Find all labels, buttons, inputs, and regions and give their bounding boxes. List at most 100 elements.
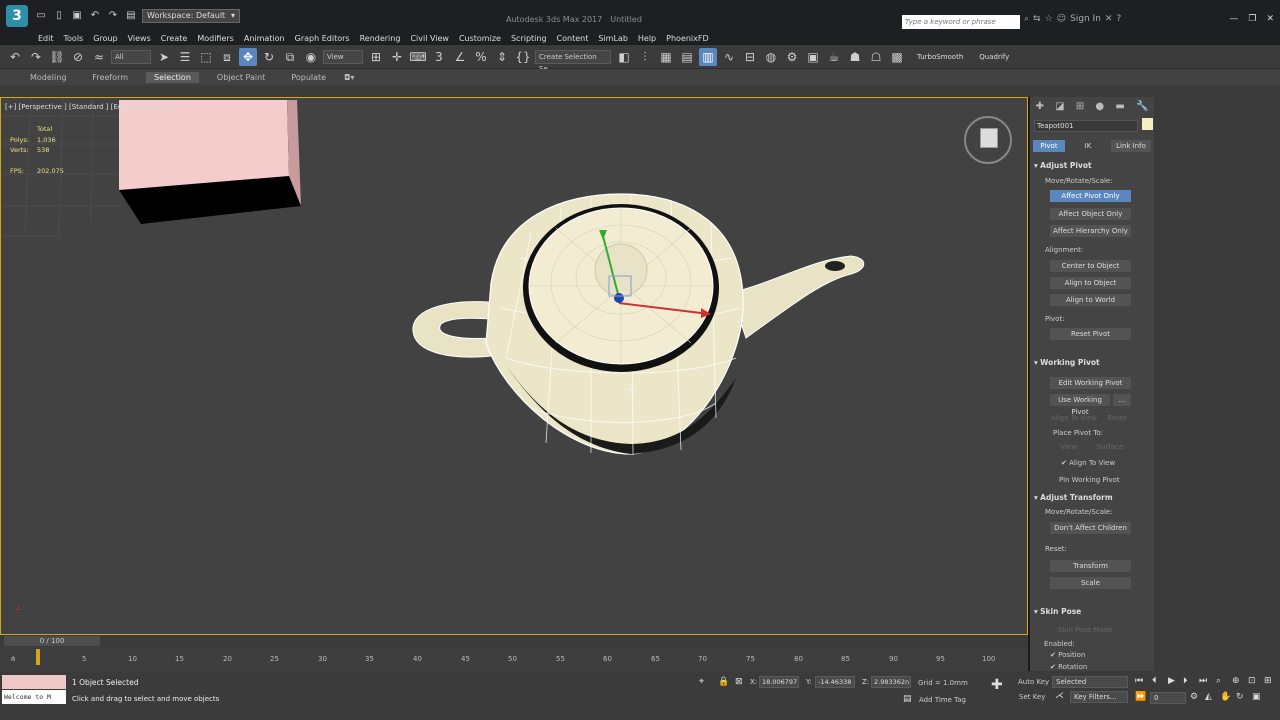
maxscript-listener[interactable]: Welcome to M [2, 675, 66, 705]
key-mode-toggle-icon[interactable]: ⏩ [1135, 692, 1146, 702]
menu-simlab[interactable]: SimLab [596, 34, 636, 43]
menu-help[interactable]: Help [636, 34, 664, 43]
key-mode-icon[interactable]: ⋌ [1055, 691, 1064, 701]
close-icon[interactable]: ✕ [1266, 14, 1274, 24]
object-name-field[interactable]: Teapot001 [1034, 120, 1138, 132]
center-to-object-button[interactable]: Center to Object [1050, 260, 1131, 272]
next-frame-icon[interactable]: ⏵ [1183, 676, 1188, 686]
motion-tab-icon[interactable]: ● [1095, 101, 1104, 112]
render-iterative-icon[interactable]: ☖ [867, 48, 885, 66]
tab-populate[interactable]: Populate [283, 72, 334, 83]
lock-selection-icon[interactable]: 🔒 [718, 677, 729, 687]
ik-button[interactable]: IK [1068, 140, 1108, 152]
utilities-tab-icon[interactable]: 🔧 [1136, 101, 1148, 112]
bind-space-warp-icon[interactable]: ≈ [90, 48, 108, 66]
key-filters-button[interactable]: Key Filters... [1070, 691, 1128, 703]
affect-pivot-only-button[interactable]: Affect Pivot Only [1050, 190, 1131, 202]
auto-key-button[interactable]: Auto Key [1018, 678, 1049, 686]
redo-icon[interactable]: ↷ [106, 9, 120, 23]
time-slider[interactable]: 0 / 100 [0, 635, 1028, 647]
save-icon[interactable]: ▣ [70, 9, 84, 23]
maxscript-output[interactable]: Welcome to M [2, 690, 66, 704]
time-config-icon[interactable]: ⚙ [1190, 692, 1198, 702]
go-to-start-icon[interactable]: ⏮ [1135, 676, 1143, 686]
app-logo[interactable]: 3 [6, 5, 28, 27]
tab-object-paint[interactable]: Object Paint [209, 72, 273, 83]
link-icon[interactable]: ⛓ [48, 48, 66, 66]
pan-icon[interactable]: ✋ [1220, 692, 1231, 702]
track-bar[interactable]: ⋔ 5 10 15 20 25 30 35 40 45 50 55 60 65 … [0, 647, 1028, 671]
spinner-snap-icon[interactable]: ⇕ [493, 48, 511, 66]
placement-icon[interactable]: ◉ [302, 48, 320, 66]
maximize-viewport-icon[interactable]: ▣ [1252, 692, 1261, 702]
open-file-icon[interactable]: ▯ [52, 9, 66, 23]
orbit-icon[interactable]: ↻ [1236, 692, 1244, 702]
undo-icon[interactable]: ↶ [88, 9, 102, 23]
menu-civil-view[interactable]: Civil View [408, 34, 457, 43]
select-by-name-icon[interactable]: ☰ [176, 48, 194, 66]
render-setup-icon[interactable]: ⚙ [783, 48, 801, 66]
ribbon-options-icon[interactable]: ◘▾ [344, 73, 354, 82]
y-coordinate-field[interactable]: -14.46338 [815, 676, 855, 688]
selection-filter-dropdown[interactable]: All [111, 49, 151, 64]
field-of-view-icon[interactable]: ◭ [1205, 692, 1212, 702]
reset-pivot-button[interactable]: Reset Pivot [1050, 328, 1131, 340]
menu-phoenixfd[interactable]: PhoenixFD [664, 34, 717, 43]
binoculars-icon[interactable]: ⌕ [1024, 14, 1029, 24]
dont-affect-children-button[interactable]: Don't Affect Children [1050, 522, 1131, 534]
menu-content[interactable]: Content [555, 34, 597, 43]
zoom-extents-all-icon[interactable]: ⊞ [1264, 676, 1272, 686]
named-selection-dropdown[interactable]: Create Selection Se [535, 49, 611, 73]
exchange-icon[interactable]: ⇆ [1033, 14, 1041, 24]
set-key-icon[interactable]: ✚ [991, 677, 1003, 693]
new-file-icon[interactable]: ▭ [34, 9, 48, 23]
isolate-selection-icon[interactable]: ⌖ [699, 677, 704, 687]
sign-in-link[interactable]: Sign In [1070, 14, 1101, 24]
perspective-viewport[interactable]: [+] [Perspective ] [Standard ] [Edged Fa… [0, 97, 1028, 635]
edit-working-pivot-button[interactable]: Edit Working Pivot [1050, 377, 1131, 389]
time-cursor[interactable] [36, 649, 40, 665]
help-icon[interactable]: ? [1116, 14, 1121, 24]
unlink-icon[interactable]: ⊘ [69, 48, 87, 66]
menu-scripting[interactable]: Scripting [509, 34, 555, 43]
keyboard-shortcut-icon[interactable]: ⌨ [409, 48, 427, 66]
material-editor-icon[interactable]: ◍ [762, 48, 780, 66]
menu-tools[interactable]: Tools [62, 34, 92, 43]
percent-snap-icon[interactable]: % [472, 48, 490, 66]
modify-tab-icon[interactable]: ◪ [1055, 101, 1064, 112]
pivot-center-icon[interactable]: ⊞ [367, 48, 385, 66]
render-icon[interactable]: ☕ [825, 48, 843, 66]
star-icon[interactable]: ☆ [1045, 14, 1053, 24]
rendered-frame-icon[interactable]: ▣ [804, 48, 822, 66]
link-info-button[interactable]: Link Info [1111, 140, 1151, 152]
layer-explorer-icon[interactable]: ▤ [678, 48, 696, 66]
maxscript-macro-field[interactable] [2, 675, 66, 689]
snaps-toggle-icon[interactable]: 3 [430, 48, 448, 66]
edit-named-sets-icon[interactable]: {} [514, 48, 532, 66]
menu-group[interactable]: Group [91, 34, 125, 43]
working-pivot-rollout[interactable]: Working Pivot [1034, 358, 1099, 367]
close-x-icon[interactable]: ✕ [1105, 14, 1113, 24]
time-slider-thumb[interactable]: 0 / 100 [4, 636, 100, 646]
minimize-icon[interactable]: — [1229, 14, 1238, 24]
select-manipulate-icon[interactable]: ✛ [388, 48, 406, 66]
hierarchy-tab-icon[interactable]: ⊞ [1076, 101, 1084, 112]
menu-customize[interactable]: Customize [457, 34, 509, 43]
align-to-view-checkbox[interactable]: ✔ Align To View [1061, 459, 1115, 467]
maximize-icon[interactable]: ❐ [1248, 14, 1256, 24]
curve-editor-icon[interactable]: ∿ [720, 48, 738, 66]
set-key-button[interactable]: Set Key [1019, 693, 1045, 701]
tab-modeling[interactable]: Modeling [22, 72, 74, 83]
mirror-icon[interactable]: ◧ [615, 48, 633, 66]
use-working-pivot-button[interactable]: Use Working Pivot [1050, 394, 1110, 416]
affect-hierarchy-only-button[interactable]: Affect Hierarchy Only [1050, 225, 1131, 237]
object-color-swatch[interactable] [1142, 118, 1153, 130]
time-tag-icon[interactable]: ▤ [903, 694, 912, 704]
menu-animation[interactable]: Animation [242, 34, 293, 43]
transform-reset-button[interactable]: Transform [1050, 560, 1131, 572]
render-active-icon[interactable]: ▩ [888, 48, 906, 66]
move-icon[interactable]: ✥ [239, 47, 257, 66]
user-icon[interactable]: ☺ [1057, 14, 1066, 24]
menu-edit[interactable]: Edit [36, 34, 62, 43]
previous-frame-icon[interactable]: ⏴ [1152, 676, 1157, 686]
